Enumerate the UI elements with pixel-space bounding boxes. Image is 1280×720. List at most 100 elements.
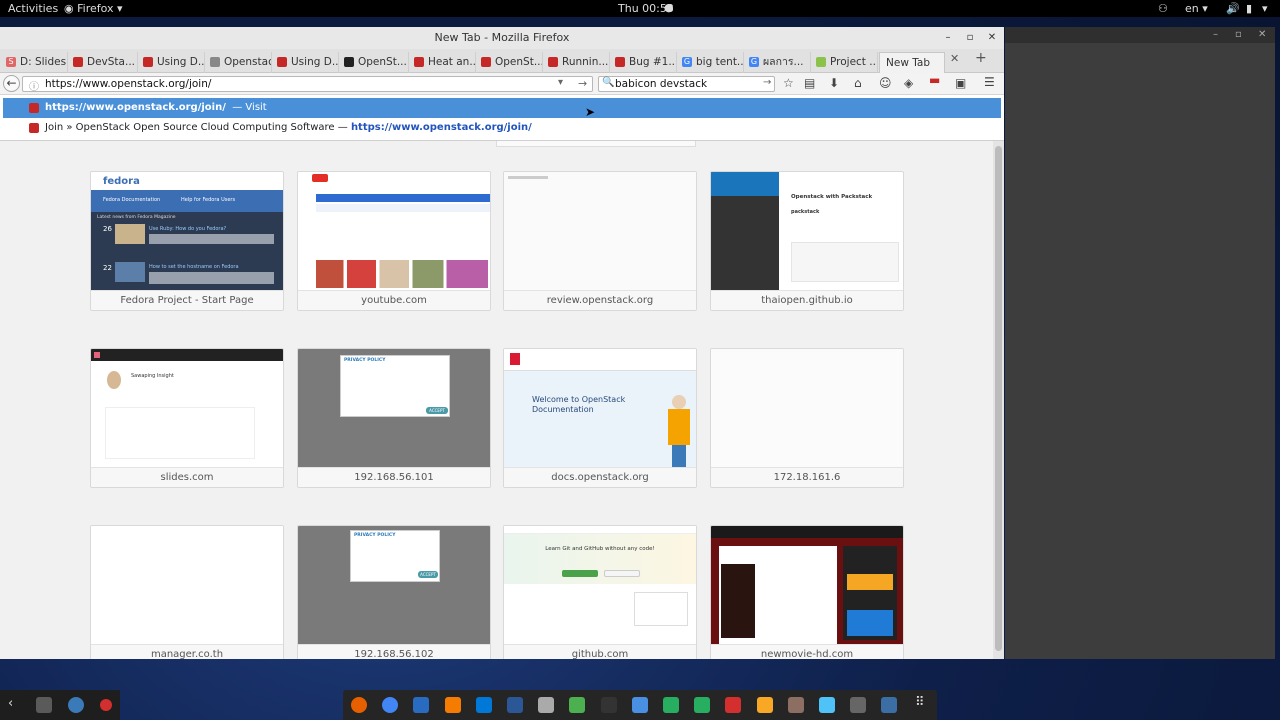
back-button[interactable]: ←: [3, 75, 20, 92]
dock-app-icon[interactable]: [382, 697, 399, 713]
downloads-icon[interactable]: ⬇: [829, 76, 839, 90]
top-site-tile[interactable]: 172.18.161.6: [710, 348, 904, 488]
minimize-icon[interactable]: –: [938, 27, 958, 49]
extension-icon[interactable]: ▬: [929, 73, 940, 87]
info-icon[interactable]: ⓘ: [29, 78, 39, 93]
volume-icon[interactable]: 🔊: [1226, 2, 1240, 15]
top-site-tile[interactable]: fedora Fedora Documentation Help for Fed…: [90, 171, 284, 311]
browser-tab[interactable]: Gbig tent...: [678, 52, 744, 73]
dock-app-icon[interactable]: [819, 697, 835, 713]
tile-caption: 192.168.56.101: [298, 467, 490, 487]
mouse-cursor-icon: ➤: [585, 105, 596, 119]
tile-thumbnail: [504, 172, 696, 290]
background-window[interactable]: – ▫ ✕: [1005, 27, 1275, 659]
new-tab-page: fedora Fedora Documentation Help for Fed…: [0, 141, 993, 659]
dock-app-icon[interactable]: [850, 697, 867, 713]
browser-tab[interactable]: DevSta...: [69, 52, 138, 73]
close-tab-icon[interactable]: ✕: [950, 52, 959, 65]
dock-app-icon[interactable]: [725, 697, 742, 713]
activities-button[interactable]: Activities: [8, 2, 58, 15]
browser-tab[interactable]: Using D...: [139, 52, 205, 73]
scrollbar-thumb[interactable]: [995, 146, 1002, 651]
maximize-icon[interactable]: ▫: [1235, 29, 1242, 40]
browser-tab[interactable]: Heat an...: [410, 52, 476, 73]
dropdown-chevron-icon[interactable]: ▾: [558, 77, 563, 88]
chat-icon[interactable]: ☺: [879, 76, 892, 90]
search-bar[interactable]: 🔍 →: [598, 76, 775, 92]
go-arrow-icon[interactable]: →: [578, 77, 587, 90]
tab-favicon-icon: [73, 57, 83, 67]
top-site-tile[interactable]: youtube.com: [297, 171, 491, 311]
dock-app-icon[interactable]: [600, 697, 617, 713]
dock-app-icon[interactable]: [787, 697, 804, 713]
top-site-tile[interactable]: review.openstack.org: [503, 171, 697, 311]
browser-tab[interactable]: G ผลการ...: [745, 52, 811, 73]
autocomplete-row-history[interactable]: Join » OpenStack Open Source Cloud Compu…: [3, 118, 1001, 138]
dock-app-icon[interactable]: [413, 697, 430, 713]
dock-app-icon[interactable]: [569, 697, 586, 713]
system-menu-chevron-icon[interactable]: ▾: [1262, 2, 1268, 15]
top-site-tile[interactable]: Openstack with Packstack packstack thaio…: [710, 171, 904, 311]
url-bar[interactable]: ⓘ ▾ →: [22, 76, 593, 93]
show-applications-icon[interactable]: ⠿: [915, 695, 925, 710]
search-input[interactable]: [615, 77, 765, 91]
browser-tab[interactable]: Openstack ...: [206, 52, 272, 73]
page-scrollbar[interactable]: [993, 141, 1004, 659]
browser-tab[interactable]: Project ...: [812, 52, 878, 73]
url-input[interactable]: [45, 77, 555, 91]
dock-app-icon[interactable]: [507, 697, 523, 713]
top-site-tile[interactable]: newmovie-hd.com: [710, 525, 904, 659]
dock-app-icon[interactable]: [444, 697, 461, 713]
browser-tab[interactable]: OpenSt...: [340, 52, 409, 73]
search-icon: 🔍: [602, 77, 615, 88]
language-indicator[interactable]: en ▾: [1185, 2, 1208, 15]
maximize-icon[interactable]: ▫: [960, 27, 980, 49]
top-site-tile[interactable]: Learn Git and GitHub without any code! g…: [503, 525, 697, 659]
thumb-text: Fedora Documentation: [103, 197, 161, 203]
browser-tab[interactable]: S D: Slides: [2, 52, 68, 73]
dock-app-icon[interactable]: [351, 697, 367, 713]
window-title: New Tab - Mozilla Firefox: [434, 31, 570, 44]
window-titlebar[interactable]: New Tab - Mozilla Firefox – ▫ ✕: [0, 27, 1004, 49]
browser-tab[interactable]: Runnin...: [544, 52, 610, 73]
tab-new-tab[interactable]: New Tab: [879, 52, 945, 73]
menu-icon[interactable]: ☰: [984, 75, 995, 89]
tray-icon[interactable]: [68, 697, 84, 713]
dock-app-icon[interactable]: [756, 697, 773, 713]
autocomplete-row-visit[interactable]: https://www.openstack.org/join/ — Visit: [3, 98, 1001, 118]
tab-label: D: Slides: [20, 56, 67, 68]
tab-label: Using D...: [291, 56, 339, 68]
bookmark-star-icon[interactable]: ☆: [783, 76, 794, 90]
dock-app-icon[interactable]: [881, 697, 898, 713]
screenshot-icon[interactable]: ▣: [955, 76, 966, 90]
search-go-icon[interactable]: →: [763, 77, 771, 88]
minimize-icon[interactable]: –: [1213, 29, 1218, 40]
tile-caption: slides.com: [91, 467, 283, 487]
pocket-icon[interactable]: ◈: [904, 76, 913, 90]
chevron-left-icon[interactable]: ‹: [8, 696, 13, 711]
browser-tab[interactable]: Bug #1...: [611, 52, 677, 73]
close-icon[interactable]: ✕: [1258, 29, 1266, 40]
top-site-tile[interactable]: manager.co.th: [90, 525, 284, 659]
app-menu[interactable]: ◉ Firefox ▾: [64, 2, 123, 15]
browser-tab[interactable]: OpenSt...: [477, 52, 543, 73]
dock-app-icon[interactable]: [475, 697, 492, 713]
top-site-tile[interactable]: PRIVACY POLICY ACCEPT 192.168.56.101: [297, 348, 491, 488]
top-site-tile[interactable]: PRIVACY POLICY ACCEPT 192.168.56.102: [297, 525, 491, 659]
people-icon[interactable]: ⚇: [1158, 2, 1168, 15]
dock-app-icon[interactable]: [538, 697, 555, 713]
browser-tab[interactable]: Using D...: [273, 52, 339, 73]
tray-icon[interactable]: [36, 697, 52, 713]
top-site-tile[interactable]: Welcome to OpenStack Documentation docs.…: [503, 348, 697, 488]
dock-app-icon[interactable]: [694, 697, 711, 713]
top-site-tile[interactable]: Sawaping Insight slides.com: [90, 348, 284, 488]
record-icon[interactable]: [100, 699, 112, 711]
home-icon[interactable]: ⌂: [854, 76, 862, 90]
dock-app-icon[interactable]: [631, 697, 648, 713]
new-tab-button[interactable]: +: [975, 50, 987, 66]
battery-icon[interactable]: ▮: [1246, 2, 1252, 15]
close-icon[interactable]: ✕: [982, 27, 1002, 49]
dock-app-icon[interactable]: [663, 697, 679, 713]
tab-label: OpenSt...: [358, 56, 407, 68]
library-icon[interactable]: ▤: [804, 76, 815, 90]
